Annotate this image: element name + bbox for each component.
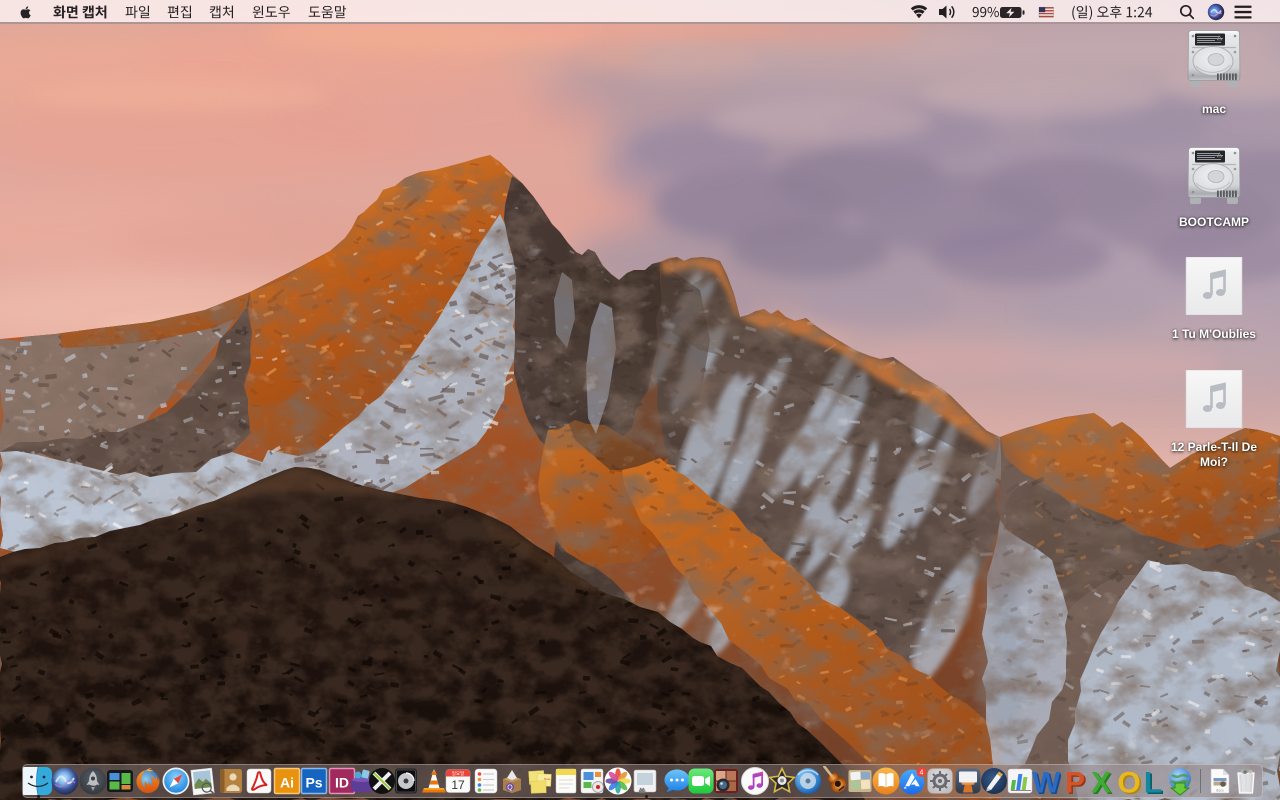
svg-text:Note: Note (544, 777, 551, 781)
svg-text:L: L (1144, 766, 1162, 796)
svg-text:17: 17 (451, 778, 465, 792)
svg-text:4: 4 (920, 769, 924, 776)
svg-text:일요일: 일요일 (452, 770, 464, 776)
svg-text:W: W (1032, 766, 1061, 796)
svg-text:P: P (1065, 766, 1085, 796)
svg-text:Ai: Ai (280, 775, 294, 791)
svg-text:Q: Q (507, 785, 513, 792)
svg-text:X: X (1091, 766, 1111, 796)
svg-text:Ps: Ps (305, 775, 322, 791)
svg-text:docx: docx (1216, 789, 1224, 793)
